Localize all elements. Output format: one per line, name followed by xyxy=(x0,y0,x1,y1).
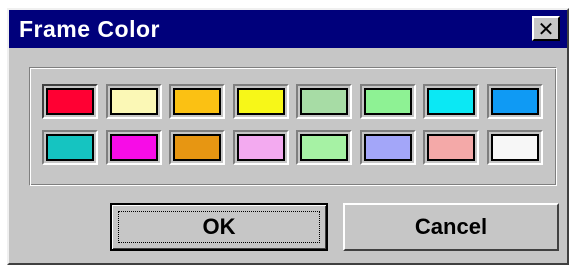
color-swatch-red[interactable] xyxy=(42,84,98,119)
close-button[interactable]: ✕ xyxy=(532,16,560,41)
title-bar[interactable]: Frame Color ✕ xyxy=(9,10,567,48)
swatch-fill xyxy=(110,134,158,161)
frame-color-dialog: Frame Color ✕ OK Cancel xyxy=(7,8,569,265)
color-swatch-magenta[interactable] xyxy=(106,130,162,165)
dialog-title: Frame Color xyxy=(19,16,160,42)
color-palette xyxy=(29,67,557,186)
color-swatch-light-green[interactable] xyxy=(360,84,416,119)
color-swatch-teal[interactable] xyxy=(42,130,98,165)
cancel-button-label: Cancel xyxy=(414,214,488,239)
color-swatch-sage-green[interactable] xyxy=(296,84,352,119)
focus-ring xyxy=(118,211,320,243)
color-swatch-cyan[interactable] xyxy=(423,84,479,119)
swatch-fill xyxy=(364,134,412,161)
swatch-fill xyxy=(237,88,285,115)
color-swatch-salmon[interactable] xyxy=(423,130,479,165)
swatch-fill xyxy=(173,134,221,161)
ok-button[interactable]: OK xyxy=(110,203,328,251)
swatch-fill xyxy=(491,134,539,161)
color-swatch-yellow[interactable] xyxy=(233,84,289,119)
color-swatch-orange[interactable] xyxy=(169,84,225,119)
color-swatch-pale-yellow[interactable] xyxy=(106,84,162,119)
swatch-fill xyxy=(237,134,285,161)
swatch-fill xyxy=(300,88,348,115)
color-swatch-amber[interactable] xyxy=(169,130,225,165)
swatch-fill xyxy=(46,88,94,115)
swatch-fill xyxy=(491,88,539,115)
swatch-fill xyxy=(427,88,475,115)
color-swatch-white[interactable] xyxy=(487,130,543,165)
swatch-fill xyxy=(300,134,348,161)
close-icon: ✕ xyxy=(537,16,555,41)
swatch-fill xyxy=(173,88,221,115)
swatch-fill xyxy=(427,134,475,161)
color-swatch-pink[interactable] xyxy=(233,130,289,165)
swatch-fill xyxy=(364,88,412,115)
color-swatch-mint[interactable] xyxy=(296,130,352,165)
cancel-button[interactable]: Cancel xyxy=(343,203,559,251)
swatch-fill xyxy=(46,134,94,161)
swatch-fill xyxy=(110,88,158,115)
color-swatch-lavender[interactable] xyxy=(360,130,416,165)
color-swatch-azure[interactable] xyxy=(487,84,543,119)
